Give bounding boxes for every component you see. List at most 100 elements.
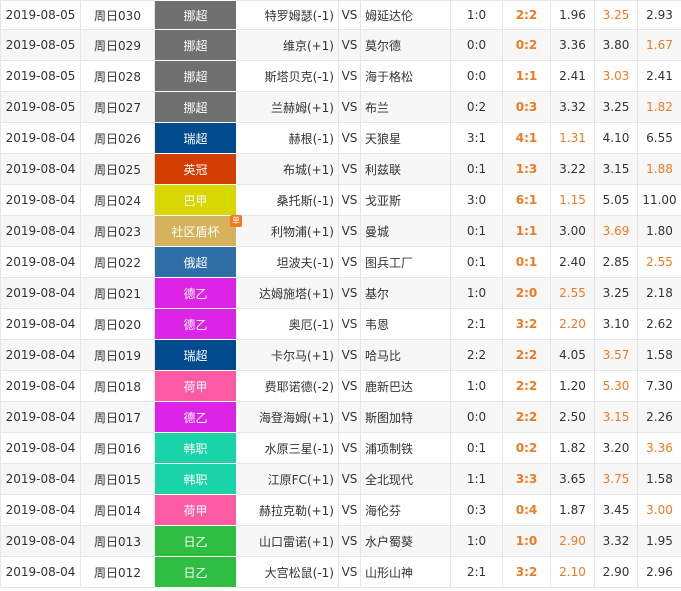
away-team[interactable]: 鹿新巴达 bbox=[360, 370, 451, 402]
league-badge[interactable]: 德乙 bbox=[154, 308, 237, 340]
odds-loss: 1.58 bbox=[637, 339, 681, 371]
odds-win: 2.55 bbox=[550, 277, 595, 309]
league-badge[interactable]: 瑞超 bbox=[154, 339, 237, 371]
match-code: 周日023 bbox=[80, 215, 155, 247]
home-team[interactable]: 兰赫姆(+1) bbox=[236, 91, 339, 123]
league-badge[interactable]: 荷甲 bbox=[154, 494, 237, 526]
match-rows: 2019-08-05 周日030 挪超 特罗姆瑟(-1) VS 姆延达伦 1:0 2:2 1.9… bbox=[0, 0, 681, 588]
away-team[interactable]: 斯图加特 bbox=[360, 401, 451, 433]
away-team[interactable]: 莫尔德 bbox=[360, 29, 451, 61]
league-name: 德乙 bbox=[183, 410, 208, 425]
league-badge[interactable]: 日乙 bbox=[154, 556, 237, 588]
half-time-score: 0:0 bbox=[450, 401, 503, 433]
away-team[interactable]: 海伦芬 bbox=[360, 494, 451, 526]
home-team[interactable]: 海登海姆(+1) bbox=[236, 401, 339, 433]
league-badge[interactable]: 日乙 bbox=[154, 525, 237, 557]
full-time-score: 0:4 bbox=[502, 494, 551, 526]
odds-loss: 2.93 bbox=[637, 0, 681, 30]
table-row: 2019-08-04 周日025 英冠 布城(+1) VS 利兹联 0:1 1:3 3.22 3.… bbox=[0, 153, 681, 185]
league-badge[interactable]: 挪超 bbox=[154, 29, 237, 61]
away-team[interactable]: 全北现代 bbox=[360, 463, 451, 495]
home-team[interactable]: 特罗姆瑟(-1) bbox=[236, 0, 339, 30]
away-team[interactable]: 海于格松 bbox=[360, 60, 451, 92]
home-team[interactable]: 布城(+1) bbox=[236, 153, 339, 185]
odds-loss: 2.26 bbox=[637, 401, 681, 433]
home-team[interactable]: 水原三星(-1) bbox=[236, 432, 339, 464]
home-team[interactable]: 维京(+1) bbox=[236, 29, 339, 61]
full-time-score: 2:2 bbox=[502, 401, 551, 433]
vs-label: VS bbox=[338, 401, 361, 433]
match-date: 2019-08-04 bbox=[0, 370, 81, 402]
league-badge[interactable]: 英冠 bbox=[154, 153, 237, 185]
league-badge[interactable]: 俄超 bbox=[154, 246, 237, 278]
league-badge[interactable]: 德乙 bbox=[154, 401, 237, 433]
odds-draw: 3.69 bbox=[594, 215, 638, 247]
odds-loss: 1.95 bbox=[637, 525, 681, 557]
odds-loss: 6.55 bbox=[637, 122, 681, 154]
table-row: 2019-08-04 周日018 荷甲 费耶诺德(-2) VS 鹿新巴达 1:0 2:2 1.2… bbox=[0, 370, 681, 402]
league-name: 荷甲 bbox=[183, 379, 208, 394]
match-date: 2019-08-04 bbox=[0, 308, 81, 340]
single-match-badge: 单 bbox=[230, 215, 242, 227]
home-team[interactable]: 山口雷诺(+1) bbox=[236, 525, 339, 557]
home-team[interactable]: 坦波夫(-1) bbox=[236, 246, 339, 278]
home-team[interactable]: 斯塔贝克(-1) bbox=[236, 60, 339, 92]
league-badge[interactable]: 社区盾杯单 bbox=[154, 215, 242, 247]
home-team[interactable]: 达姆施塔(+1) bbox=[236, 277, 339, 309]
home-team[interactable]: 奥厄(-1) bbox=[236, 308, 339, 340]
odds-loss: 2.62 bbox=[637, 308, 681, 340]
away-team[interactable]: 哈马比 bbox=[360, 339, 451, 371]
league-name: 韩职 bbox=[183, 472, 208, 487]
home-team[interactable]: 江原FC(+1) bbox=[236, 463, 339, 495]
league-badge[interactable]: 挪超 bbox=[154, 91, 237, 123]
odds-win: 2.10 bbox=[550, 556, 595, 588]
away-team[interactable]: 浦项制铁 bbox=[360, 432, 451, 464]
away-team[interactable]: 姆延达伦 bbox=[360, 0, 451, 30]
league-badge[interactable]: 荷甲 bbox=[154, 370, 237, 402]
odds-draw: 5.30 bbox=[594, 370, 638, 402]
match-date: 2019-08-04 bbox=[0, 246, 81, 278]
full-time-score: 1:1 bbox=[502, 60, 551, 92]
league-name: 英冠 bbox=[183, 162, 208, 177]
half-time-score: 2:1 bbox=[450, 556, 503, 588]
home-team[interactable]: 大宫松鼠(-1) bbox=[236, 556, 339, 588]
away-team[interactable]: 曼城 bbox=[360, 215, 451, 247]
odds-win: 1.15 bbox=[550, 184, 595, 216]
home-team[interactable]: 赫根(-1) bbox=[236, 122, 339, 154]
table-row: 2019-08-04 周日023 社区盾杯单利物浦(+1) VS 曼城 0:1 1:1 3.0… bbox=[0, 215, 681, 247]
away-team[interactable]: 天狼星 bbox=[360, 122, 451, 154]
home-team[interactable]: 费耶诺德(-2) bbox=[236, 370, 339, 402]
half-time-score: 1:0 bbox=[450, 525, 503, 557]
away-team[interactable]: 戈亚斯 bbox=[360, 184, 451, 216]
league-badge[interactable]: 韩职 bbox=[154, 463, 237, 495]
half-time-score: 0:1 bbox=[450, 246, 503, 278]
away-team[interactable]: 布兰 bbox=[360, 91, 451, 123]
league-badge[interactable]: 瑞超 bbox=[154, 122, 237, 154]
home-team[interactable]: 赫拉克勒(+1) bbox=[236, 494, 339, 526]
league-badge[interactable]: 挪超 bbox=[154, 60, 237, 92]
away-team[interactable]: 基尔 bbox=[360, 277, 451, 309]
table-row: 2019-08-04 周日015 韩职 江原FC(+1) VS 全北现代 1:1 3:3 3.6… bbox=[0, 463, 681, 495]
away-team[interactable]: 水户蜀葵 bbox=[360, 525, 451, 557]
league-badge[interactable]: 挪超 bbox=[154, 0, 237, 30]
away-team[interactable]: 利兹联 bbox=[360, 153, 451, 185]
league-badge[interactable]: 韩职 bbox=[154, 432, 237, 464]
home-team[interactable]: 卡尔马(+1) bbox=[236, 339, 339, 371]
away-team[interactable]: 山形山神 bbox=[360, 556, 451, 588]
full-time-score: 3:2 bbox=[502, 556, 551, 588]
home-team[interactable]: 利物浦(+1) bbox=[236, 215, 339, 247]
home-team[interactable]: 桑托斯(-1) bbox=[236, 184, 339, 216]
match-date: 2019-08-04 bbox=[0, 525, 81, 557]
odds-win: 3.32 bbox=[550, 91, 595, 123]
odds-loss: 11.00 bbox=[637, 184, 681, 216]
league-badge[interactable]: 巴甲 bbox=[154, 184, 237, 216]
match-date: 2019-08-04 bbox=[0, 556, 81, 588]
table-row: 2019-08-04 周日013 日乙 山口雷诺(+1) VS 水户蜀葵 1:0 1:0 2.9… bbox=[0, 525, 681, 557]
away-team[interactable]: 图兵工厂 bbox=[360, 246, 451, 278]
away-team[interactable]: 韦恩 bbox=[360, 308, 451, 340]
league-badge[interactable]: 德乙 bbox=[154, 277, 237, 309]
odds-draw: 3.03 bbox=[594, 60, 638, 92]
match-code: 周日014 bbox=[80, 494, 155, 526]
match-code: 周日015 bbox=[80, 463, 155, 495]
odds-loss: 3.36 bbox=[637, 432, 681, 464]
